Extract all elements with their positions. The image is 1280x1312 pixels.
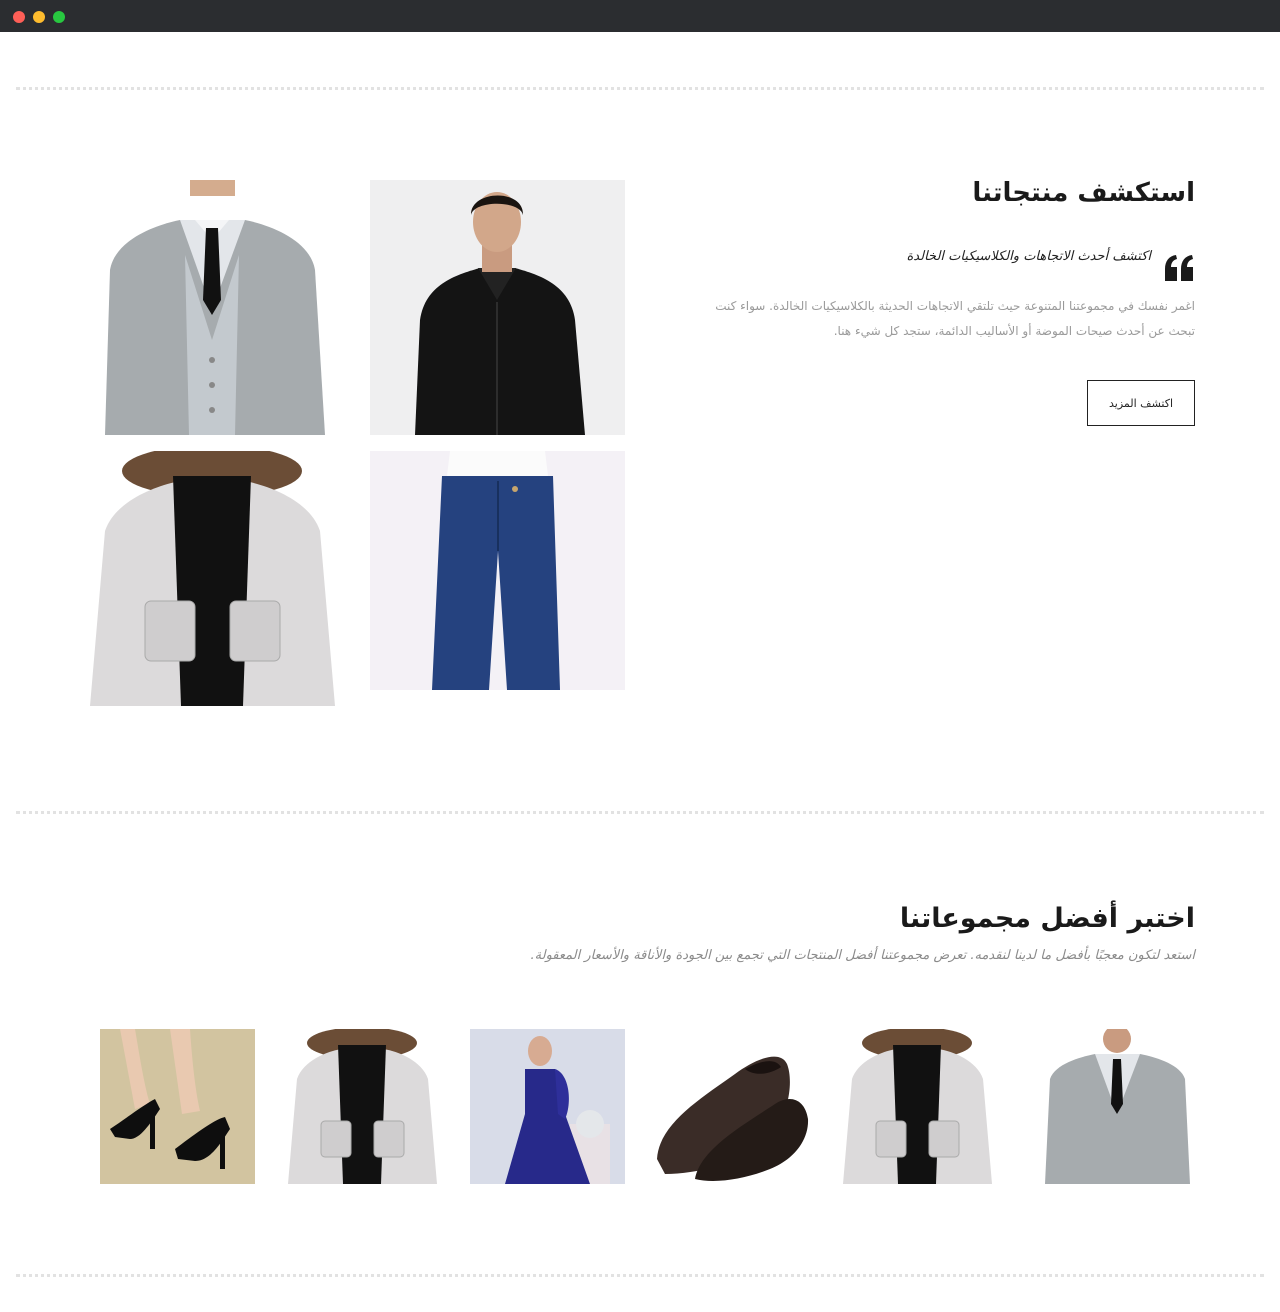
window-titlebar: [0, 0, 1280, 32]
product-black-heels[interactable]: [100, 1029, 255, 1184]
product-grey-suit[interactable]: [1040, 1029, 1195, 1184]
white-winter-jacket-image[interactable]: [85, 451, 340, 706]
dotted-divider: [16, 87, 1264, 90]
product-white-jacket[interactable]: [840, 1029, 995, 1184]
minimize-window-button[interactable]: [33, 11, 45, 23]
explore-title: استكشف منتجاتنا: [972, 178, 1195, 208]
dotted-divider: [16, 1274, 1264, 1277]
blue-jeans-image[interactable]: [370, 451, 625, 690]
dotted-divider: [16, 811, 1264, 814]
product-white-jacket-2[interactable]: [285, 1029, 440, 1184]
product-leather-shoes[interactable]: [655, 1029, 810, 1184]
grey-suit-man-image[interactable]: [85, 180, 340, 435]
close-window-button[interactable]: [13, 11, 25, 23]
explore-quote: اكتشف أحدث الاتجاهات والكلاسيكيات الخالد…: [906, 249, 1152, 264]
maximize-window-button[interactable]: [53, 11, 65, 23]
discover-more-button[interactable]: اكتشف المزيد: [1087, 380, 1195, 426]
black-shirt-man-image[interactable]: [370, 180, 625, 435]
product-blue-evening-dress[interactable]: [470, 1029, 625, 1184]
collections-title: اختبر أفضل مجموعاتنا: [899, 903, 1195, 934]
collections-subtitle: استعد لتكون معجبًا بأفضل ما لدينا لنقدمه…: [530, 948, 1195, 963]
explore-body-text: اغمر نفسك في مجموعتنا المتنوعة حيث تلتقي…: [715, 299, 1195, 338]
quote-icon: [1165, 255, 1193, 281]
